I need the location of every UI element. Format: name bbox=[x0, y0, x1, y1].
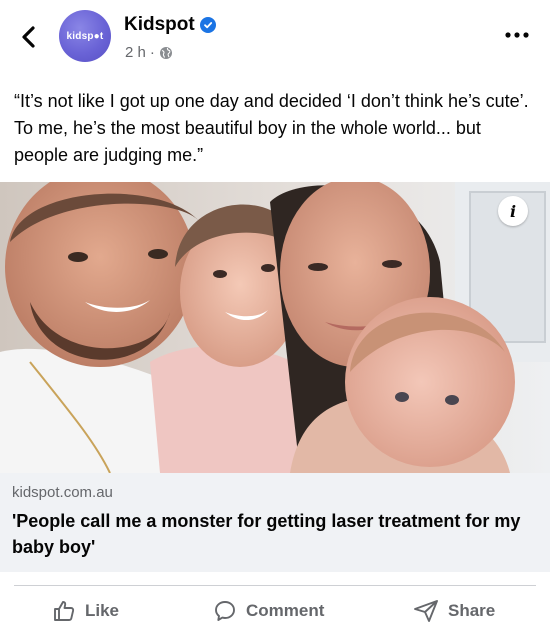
comment-button[interactable]: Comment bbox=[213, 588, 324, 634]
page-name[interactable]: Kidspot bbox=[124, 14, 195, 36]
post-meta: 2 h · bbox=[125, 44, 173, 61]
post-photo[interactable] bbox=[0, 182, 550, 473]
share-button[interactable]: Share bbox=[413, 588, 495, 634]
share-label: Share bbox=[448, 601, 496, 620]
comment-label: Comment bbox=[246, 601, 325, 620]
page-name-row: Kidspot bbox=[124, 14, 216, 36]
link-domain: kidspot.com.au bbox=[12, 484, 113, 501]
post-text: “It’s not like I got up one day and deci… bbox=[14, 91, 529, 165]
link-preview[interactable]: kidspot.com.au 'People call me a monster… bbox=[0, 473, 550, 572]
actions-divider bbox=[14, 585, 536, 586]
like-button[interactable]: Like bbox=[52, 588, 119, 634]
back-button[interactable] bbox=[14, 20, 44, 54]
verified-badge-icon bbox=[199, 17, 216, 33]
family-photo bbox=[0, 182, 550, 473]
like-label: Like bbox=[85, 601, 120, 620]
globe-icon bbox=[159, 46, 172, 59]
ad-info-button[interactable]: i bbox=[498, 196, 528, 226]
more-options-button[interactable] bbox=[500, 24, 534, 46]
post-header: kidsp●t Kidspot 2 h · bbox=[0, 0, 550, 78]
link-title: 'People call me a monster for getting la… bbox=[12, 511, 521, 557]
share-arrow-icon bbox=[414, 600, 438, 622]
more-dots-icon bbox=[505, 32, 529, 38]
action-bar: Like Comment Share bbox=[0, 588, 550, 634]
thumbs-up-icon bbox=[54, 601, 75, 621]
meta-separator: · bbox=[149, 44, 155, 61]
post-time[interactable]: 2 h bbox=[125, 44, 146, 61]
chevron-left-icon bbox=[22, 26, 35, 48]
page-avatar[interactable]: kidsp●t bbox=[59, 10, 111, 62]
avatar-logo-text: kidsp●t bbox=[66, 30, 104, 42]
comment-bubble-icon bbox=[215, 601, 235, 621]
